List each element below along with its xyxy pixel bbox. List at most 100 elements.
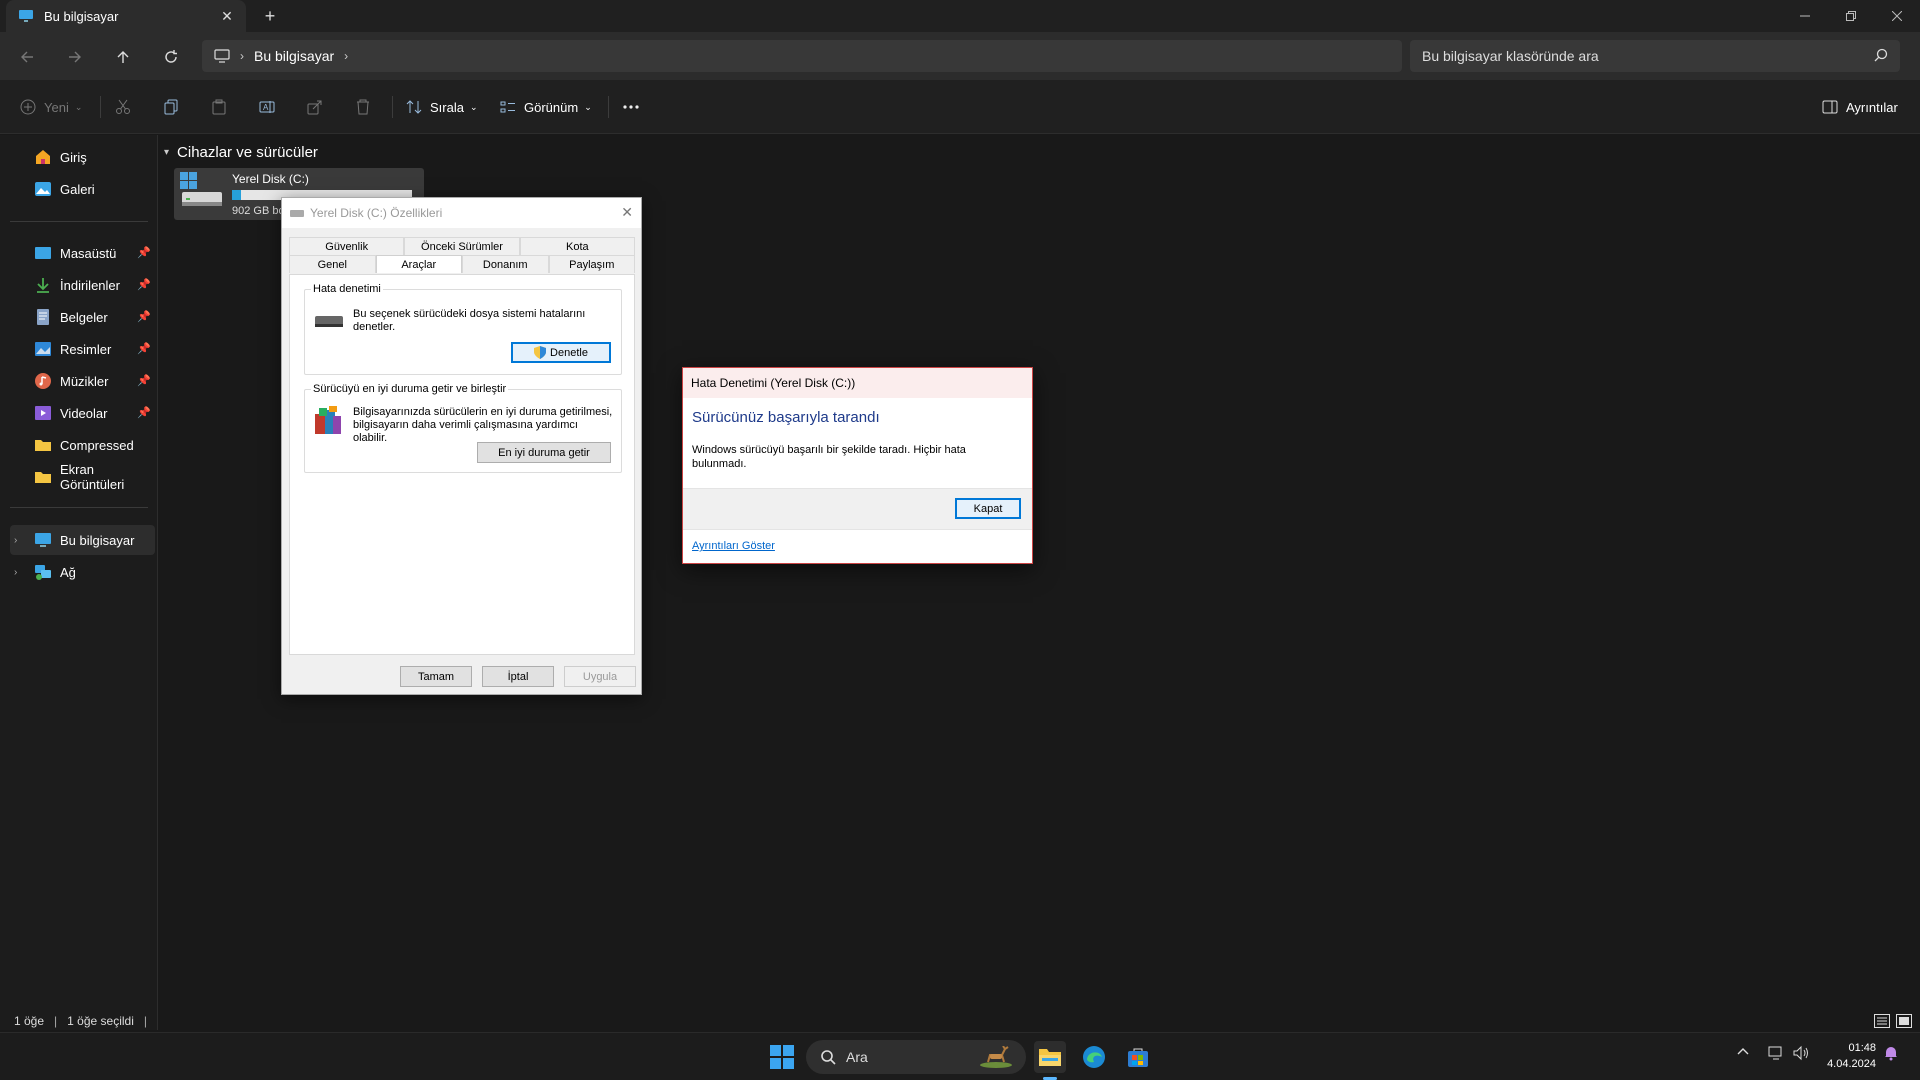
sidebar-item-gallery[interactable]: Galeri — [10, 174, 155, 204]
pictures-icon — [34, 340, 52, 358]
new-button[interactable]: Yeni ⌄ — [20, 95, 82, 119]
copy-icon — [163, 99, 179, 115]
volume-icon[interactable] — [1792, 1045, 1810, 1061]
optimize-button[interactable]: En iyi duruma getir — [477, 442, 611, 463]
apply-button[interactable]: Uygula — [564, 666, 636, 687]
details-pane-button[interactable]: Ayrıntılar — [1822, 95, 1898, 119]
search-input[interactable]: Bu bilgisayar klasöründe ara — [1410, 40, 1900, 72]
dialog-title: Hata Denetimi (Yerel Disk (C:)) — [691, 376, 856, 390]
show-hidden-icons-button[interactable] — [1737, 1047, 1749, 1055]
sidebar-item-videos[interactable]: Videolar 📌 — [10, 398, 155, 428]
window-controls — [1782, 0, 1920, 32]
cancel-button[interactable]: İptal — [482, 666, 554, 687]
check-button[interactable]: Denetle — [511, 342, 611, 363]
breadcrumb-this-pc[interactable]: Bu bilgisayar — [254, 48, 334, 64]
tab-sharing[interactable]: Paylaşım — [548, 255, 635, 273]
close-icon[interactable]: ✕ — [621, 204, 633, 221]
chevron-right-icon[interactable]: › — [344, 49, 348, 63]
copy-button[interactable] — [163, 95, 179, 119]
rename-button[interactable]: A — [259, 95, 275, 119]
cut-button[interactable] — [115, 95, 131, 119]
notification-bell-icon[interactable] — [1884, 1045, 1898, 1061]
divider — [100, 96, 101, 118]
refresh-button[interactable] — [158, 44, 184, 70]
back-button[interactable] — [14, 44, 40, 70]
up-button[interactable] — [110, 44, 136, 70]
uac-shield-icon — [534, 346, 547, 359]
network-status-icon[interactable] — [1768, 1045, 1784, 1061]
search-icon — [820, 1049, 836, 1065]
sidebar-item-this-pc[interactable]: › Bu bilgisayar — [10, 525, 155, 555]
tab-tools[interactable]: Araçlar — [375, 255, 462, 273]
minimize-button[interactable] — [1782, 0, 1828, 32]
taskbar-edge[interactable] — [1078, 1041, 1110, 1073]
sidebar-item-downloads[interactable]: İndirilenler 📌 — [10, 270, 155, 300]
windows-icon — [770, 1045, 794, 1069]
tab-general[interactable]: Genel — [289, 255, 376, 273]
forward-button[interactable] — [62, 44, 88, 70]
chevron-right-icon[interactable]: › — [14, 535, 17, 546]
tab-close-icon[interactable]: ✕ — [216, 5, 238, 27]
sidebar-item-documents[interactable]: Belgeler 📌 — [10, 302, 155, 332]
restore-button[interactable] — [1828, 0, 1874, 32]
start-button[interactable] — [766, 1041, 798, 1073]
tab-quota[interactable]: Kota — [519, 237, 635, 255]
tab-hardware[interactable]: Donanım — [462, 255, 549, 273]
taskbar-search[interactable]: Ara — [806, 1040, 1026, 1074]
sidebar-item-compressed[interactable]: Compressed — [10, 430, 155, 460]
document-icon — [34, 308, 52, 326]
view-toggle — [1874, 1014, 1912, 1028]
address-bar[interactable]: › Bu bilgisayar › — [202, 40, 1402, 72]
chevron-right-icon[interactable]: › — [14, 567, 17, 578]
clock[interactable]: 01:48 4.04.2024 — [1827, 1040, 1876, 1072]
more-options-button[interactable] — [622, 95, 640, 119]
address-row: › Bu bilgisayar › Bu bilgisayar klasörün… — [0, 32, 1920, 80]
error-check-description: Bu seçenek sürücüdeki dosya sistemi hata… — [353, 308, 586, 333]
sidebar-item-label: Belgeler — [60, 309, 108, 325]
sidebar-item-music[interactable]: Müzikler 📌 — [10, 366, 155, 396]
pin-icon: 📌 — [137, 375, 151, 387]
taskbar-file-explorer[interactable] — [1034, 1041, 1066, 1073]
add-icon — [20, 99, 36, 115]
sidebar-item-label: Giriş — [60, 149, 87, 165]
sort-button[interactable]: Sırala ⌄ — [406, 95, 478, 119]
section-header-devices[interactable]: ▾ Cihazlar ve sürücüler — [164, 144, 318, 161]
share-button[interactable] — [307, 95, 323, 119]
sidebar-item-screenshots[interactable]: Ekran Görüntüleri — [10, 462, 155, 492]
new-tab-button[interactable]: + — [258, 6, 282, 28]
cut-icon — [115, 99, 131, 115]
tab-this-pc[interactable]: Bu bilgisayar ✕ — [6, 0, 246, 32]
sidebar-item-label: Videolar — [60, 405, 108, 421]
chevron-right-icon: › — [240, 49, 244, 63]
sidebar-item-desktop[interactable]: Masaüstü 📌 — [10, 238, 155, 268]
show-details-link[interactable]: Ayrıntıları Göster — [692, 540, 775, 552]
dialog-title-bar[interactable]: Hata Denetimi (Yerel Disk (C:)) — [683, 368, 1032, 398]
dialog-title-bar[interactable]: Yerel Disk (C:) Özellikleri ✕ — [282, 198, 641, 228]
chevron-down-icon: ▾ — [164, 147, 170, 158]
drive-icon — [180, 172, 224, 212]
close-window-button[interactable] — [1874, 0, 1920, 32]
group-title: Sürücüyü en iyi duruma getir ve birleşti… — [311, 383, 509, 395]
sidebar-item-network[interactable]: › Ağ — [10, 557, 155, 587]
ok-button[interactable]: Tamam — [400, 666, 472, 687]
sidebar-item-pictures[interactable]: Resimler 📌 — [10, 334, 155, 364]
error-check-result-dialog: Hata Denetimi (Yerel Disk (C:)) Sürücünü… — [682, 367, 1033, 564]
tab-security[interactable]: Güvenlik — [289, 237, 405, 255]
close-button[interactable]: Kapat — [955, 498, 1021, 519]
tab-previous-versions[interactable]: Önceki Sürümler — [404, 237, 520, 255]
divider — [392, 96, 393, 118]
new-label: Yeni — [44, 99, 69, 115]
folder-icon — [34, 436, 52, 454]
taskbar-store[interactable] — [1122, 1041, 1154, 1073]
status-bar: 1 öğe | 1 öğe seçildi | — [0, 1008, 1920, 1034]
folder-icon — [1038, 1046, 1062, 1068]
tiles-view-icon[interactable] — [1896, 1014, 1912, 1028]
details-view-icon[interactable] — [1874, 1014, 1890, 1028]
paste-button[interactable] — [211, 95, 227, 119]
dialog-title: Yerel Disk (C:) Özellikleri — [310, 206, 443, 220]
sidebar-item-home[interactable]: Giriş — [10, 142, 155, 172]
delete-button[interactable] — [355, 95, 371, 119]
view-button[interactable]: Görünüm ⌄ — [500, 95, 592, 119]
details-pane-icon — [1822, 100, 1838, 114]
taskbar-search-placeholder: Ara — [846, 1049, 868, 1065]
